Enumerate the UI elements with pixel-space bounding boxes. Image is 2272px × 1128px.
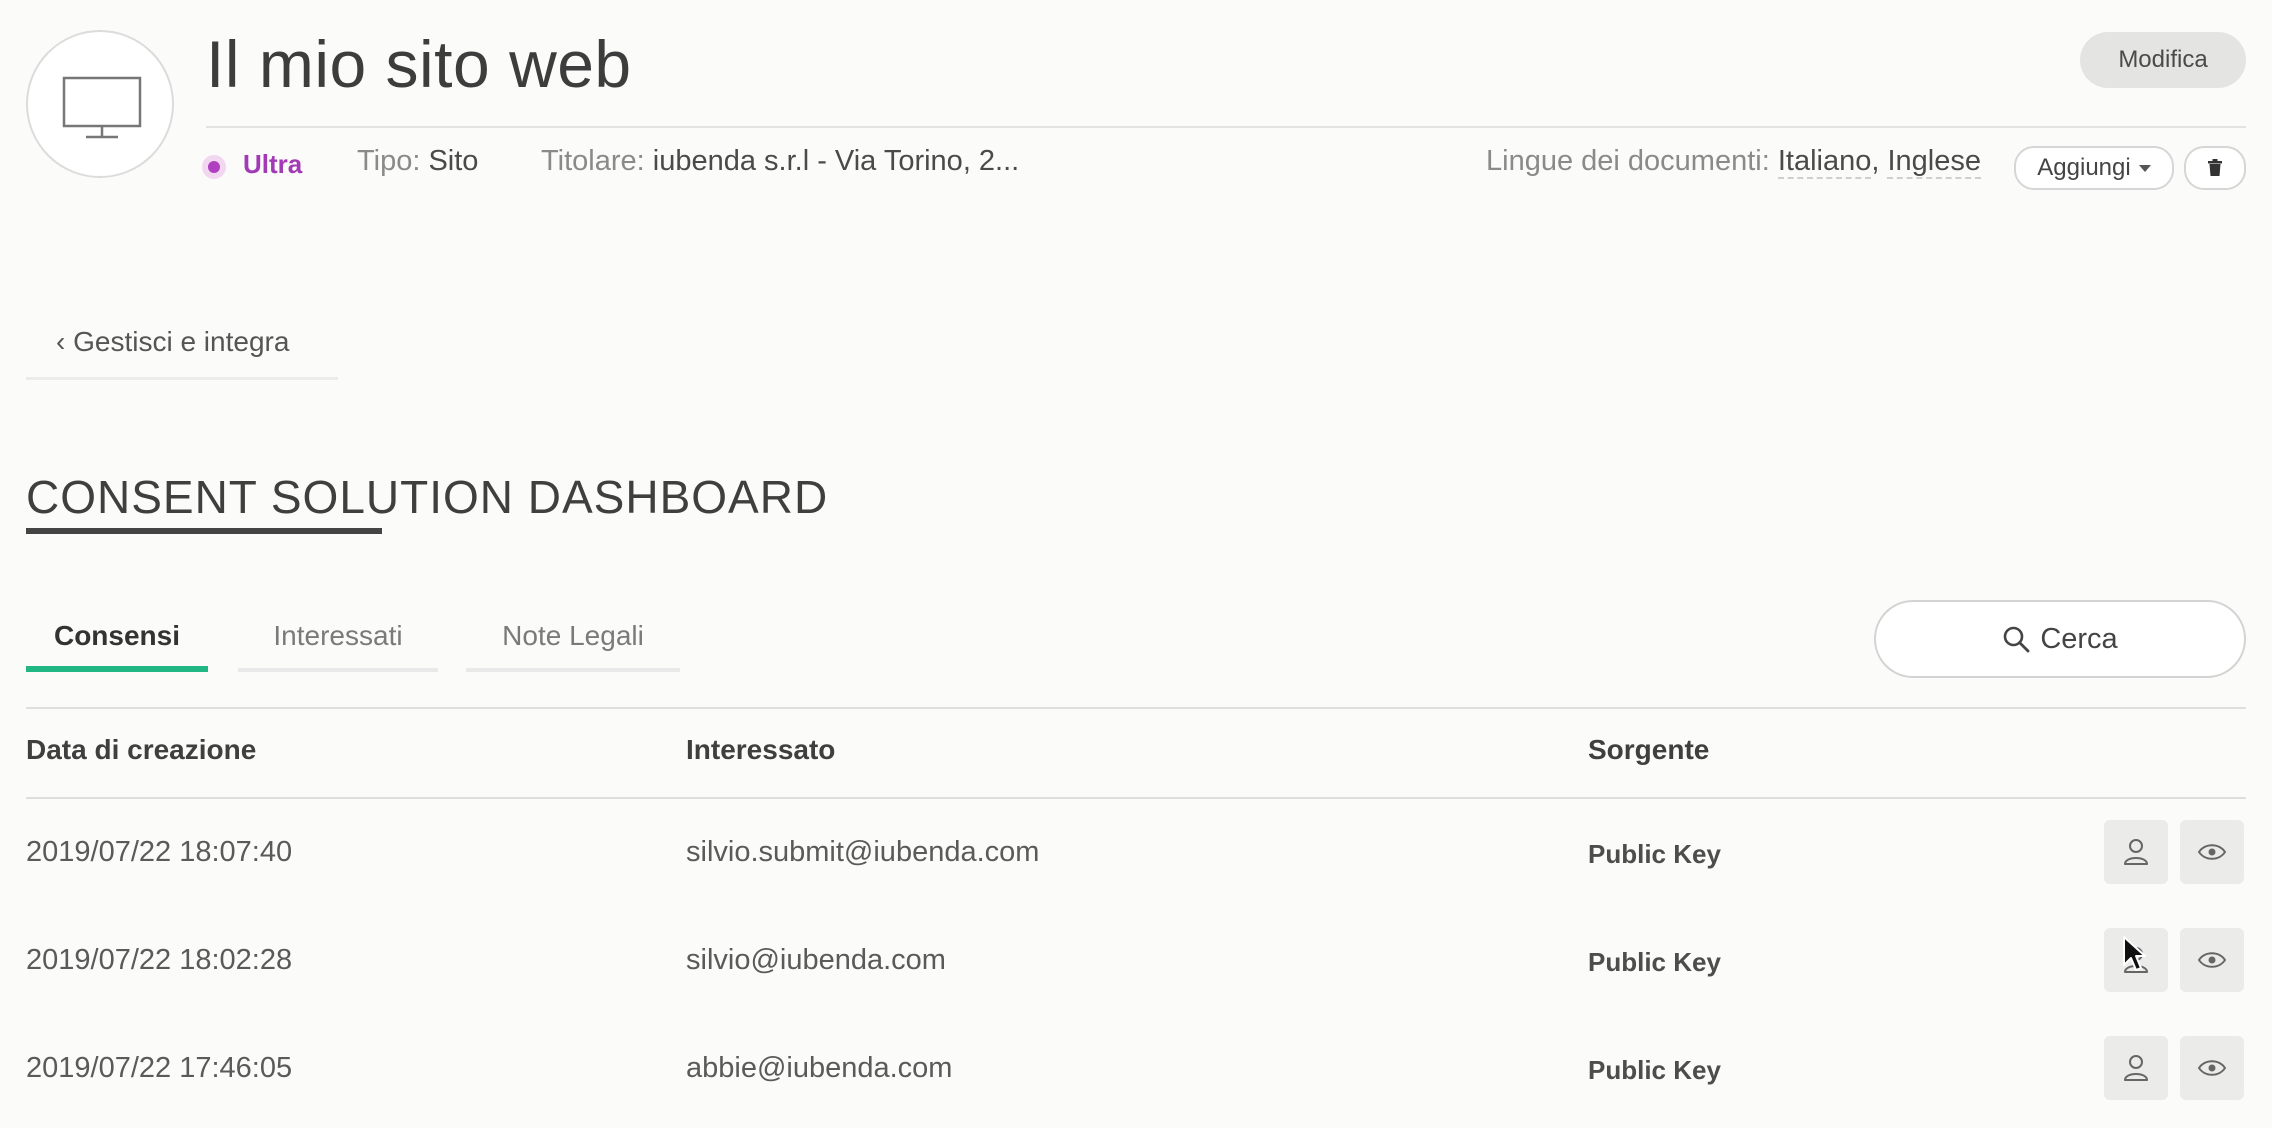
site-type: Tipo: Sito	[357, 145, 478, 178]
caret-down-icon	[2138, 164, 2151, 172]
tab-note-legali[interactable]: Note Legali	[466, 620, 680, 672]
tab-indicator	[238, 668, 438, 672]
column-header-source[interactable]: Sorgente	[1588, 734, 1709, 766]
row-subject[interactable]: silvio.submit@iubenda.com	[686, 836, 1039, 869]
user-icon	[2124, 1055, 2148, 1081]
site-avatar	[26, 30, 174, 178]
type-label: Tipo:	[357, 145, 421, 177]
owner-label: Titolare:	[541, 145, 645, 177]
add-language-label: Aggiungi	[2037, 154, 2131, 181]
tab-label: Consensi	[53, 620, 181, 651]
view-subject-button[interactable]	[2104, 820, 2168, 884]
eye-icon	[2197, 1060, 2227, 1076]
search-button[interactable]: Cerca	[1874, 600, 2246, 678]
site-title: Il mio sito web	[206, 27, 632, 101]
plan-status-icon	[202, 155, 226, 179]
column-header-subject[interactable]: Interessato	[686, 734, 835, 766]
tab-interessati[interactable]: Interessati	[238, 620, 438, 672]
row-source: Public Key	[1588, 839, 1721, 869]
language-english[interactable]: Inglese	[1887, 145, 1981, 179]
user-icon	[2124, 839, 2148, 865]
row-subject[interactable]: abbie@iubenda.com	[686, 1052, 952, 1085]
type-value: Sito	[428, 145, 479, 177]
back-link[interactable]: ‹ Gestisci e integra	[26, 326, 338, 380]
owner-value: iubenda s.r.l - Via Torino, 2...	[652, 145, 1020, 177]
row-date: 2019/07/22 18:02:28	[26, 944, 293, 976]
tabs-divider	[26, 707, 2246, 709]
column-header-date[interactable]: Data di creazione	[26, 734, 256, 766]
document-languages: Lingue dei documenti: Italiano, Inglese	[1486, 145, 1981, 179]
search-icon	[2004, 626, 2030, 653]
languages-label: Lingue dei documenti:	[1486, 145, 1770, 177]
view-subject-button[interactable]	[2104, 1036, 2168, 1100]
language-italian[interactable]: Italiano	[1777, 145, 1872, 179]
delete-button[interactable]	[2184, 146, 2246, 190]
row-date: 2019/07/22 17:46:05	[26, 1052, 293, 1084]
site-owner: Titolare: iubenda s.r.l - Via Torino, 2.…	[541, 145, 1019, 178]
tab-consensi[interactable]: Consensi	[26, 620, 208, 672]
view-consent-button[interactable]	[2180, 1036, 2244, 1100]
add-language-button[interactable]: Aggiungi	[2014, 146, 2174, 190]
header-divider	[206, 126, 2246, 128]
search-label: Cerca	[2040, 622, 2118, 655]
page-title: CONSENT SOLUTION DASHBOARD	[26, 471, 829, 523]
row-source: Public Key	[1588, 1055, 1721, 1085]
tab-indicator	[466, 668, 680, 672]
tab-indicator	[26, 666, 208, 672]
table-header-divider	[26, 797, 2246, 799]
row-date: 2019/07/22 18:07:40	[26, 836, 293, 868]
row-subject[interactable]: silvio@iubenda.com	[686, 944, 946, 977]
monitor-icon	[62, 76, 142, 139]
trash-icon	[2208, 159, 2222, 176]
eye-icon	[2197, 952, 2227, 968]
tab-label: Note Legali	[502, 620, 644, 651]
row-source: Public Key	[1588, 947, 1721, 977]
view-consent-button[interactable]	[2180, 820, 2244, 884]
mouse-cursor-icon	[2123, 936, 2146, 971]
eye-icon	[2197, 844, 2227, 860]
edit-button[interactable]: Modifica	[2080, 32, 2246, 88]
tab-label: Interessati	[273, 620, 403, 651]
view-consent-button[interactable]	[2180, 928, 2244, 992]
plan-badge: Ultra	[243, 149, 303, 179]
title-underline	[26, 528, 382, 534]
